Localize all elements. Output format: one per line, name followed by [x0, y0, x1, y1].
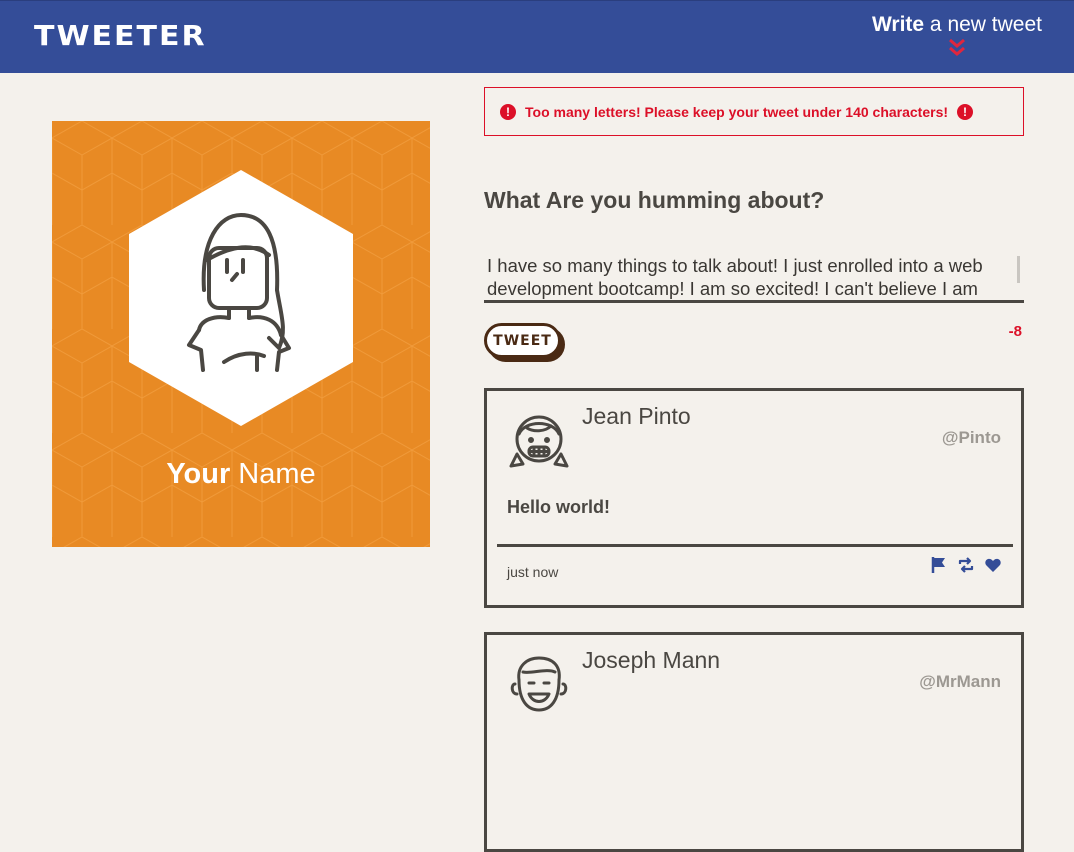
compose-prompt: What Are you humming about? — [484, 187, 825, 213]
tweet-divider — [497, 544, 1013, 547]
tweet-author-handle: @MrMann — [919, 672, 1001, 691]
flag-icon[interactable] — [930, 556, 948, 574]
retweet-icon[interactable] — [957, 556, 975, 574]
user-avatar-boy-icon — [510, 656, 568, 712]
write-new-tweet-toggle[interactable]: Write a new tweet — [872, 13, 1042, 59]
compose-toggle-label: Write a new tweet — [871, 13, 1042, 36]
tweet-timestamp: just now — [507, 564, 559, 580]
error-banner: ! Too many letters! Please keep your twe… — [484, 87, 1024, 136]
alert-icon: ! — [500, 103, 516, 120]
tweet-card: Joseph Mann @MrMann — [484, 632, 1024, 852]
tweet-content: Hello world! — [507, 497, 610, 517]
tweet-card: Jean Pinto @Pinto Hello world! just now — [484, 388, 1024, 608]
profile-name: Your Name — [166, 458, 316, 490]
tweet-author-handle: @Pinto — [941, 428, 1001, 447]
tweet-textarea[interactable]: I have so many things to talk about! I j… — [484, 253, 1024, 303]
character-counter: -8 — [1008, 323, 1022, 340]
top-nav: TWEETER Write a new tweet — [0, 0, 1074, 73]
alert-icon: ! — [957, 103, 974, 120]
brand-logo: TWEETER — [34, 20, 207, 53]
profile-card: Your Name — [52, 121, 430, 547]
tweet-button[interactable]: TWEET — [484, 323, 561, 358]
heart-icon[interactable] — [984, 556, 1002, 574]
tweet-author-name: Jean Pinto — [582, 403, 691, 429]
double-chevron-down-icon — [949, 38, 965, 56]
user-avatar-girl-icon — [509, 415, 569, 468]
tweet-author-name: Joseph Mann — [582, 647, 721, 673]
error-message: Too many letters! Please keep your tweet… — [525, 103, 949, 120]
profile-avatar — [129, 170, 353, 426]
tweet-actions — [930, 556, 1002, 574]
textarea-scrollbar[interactable] — [1017, 256, 1020, 283]
